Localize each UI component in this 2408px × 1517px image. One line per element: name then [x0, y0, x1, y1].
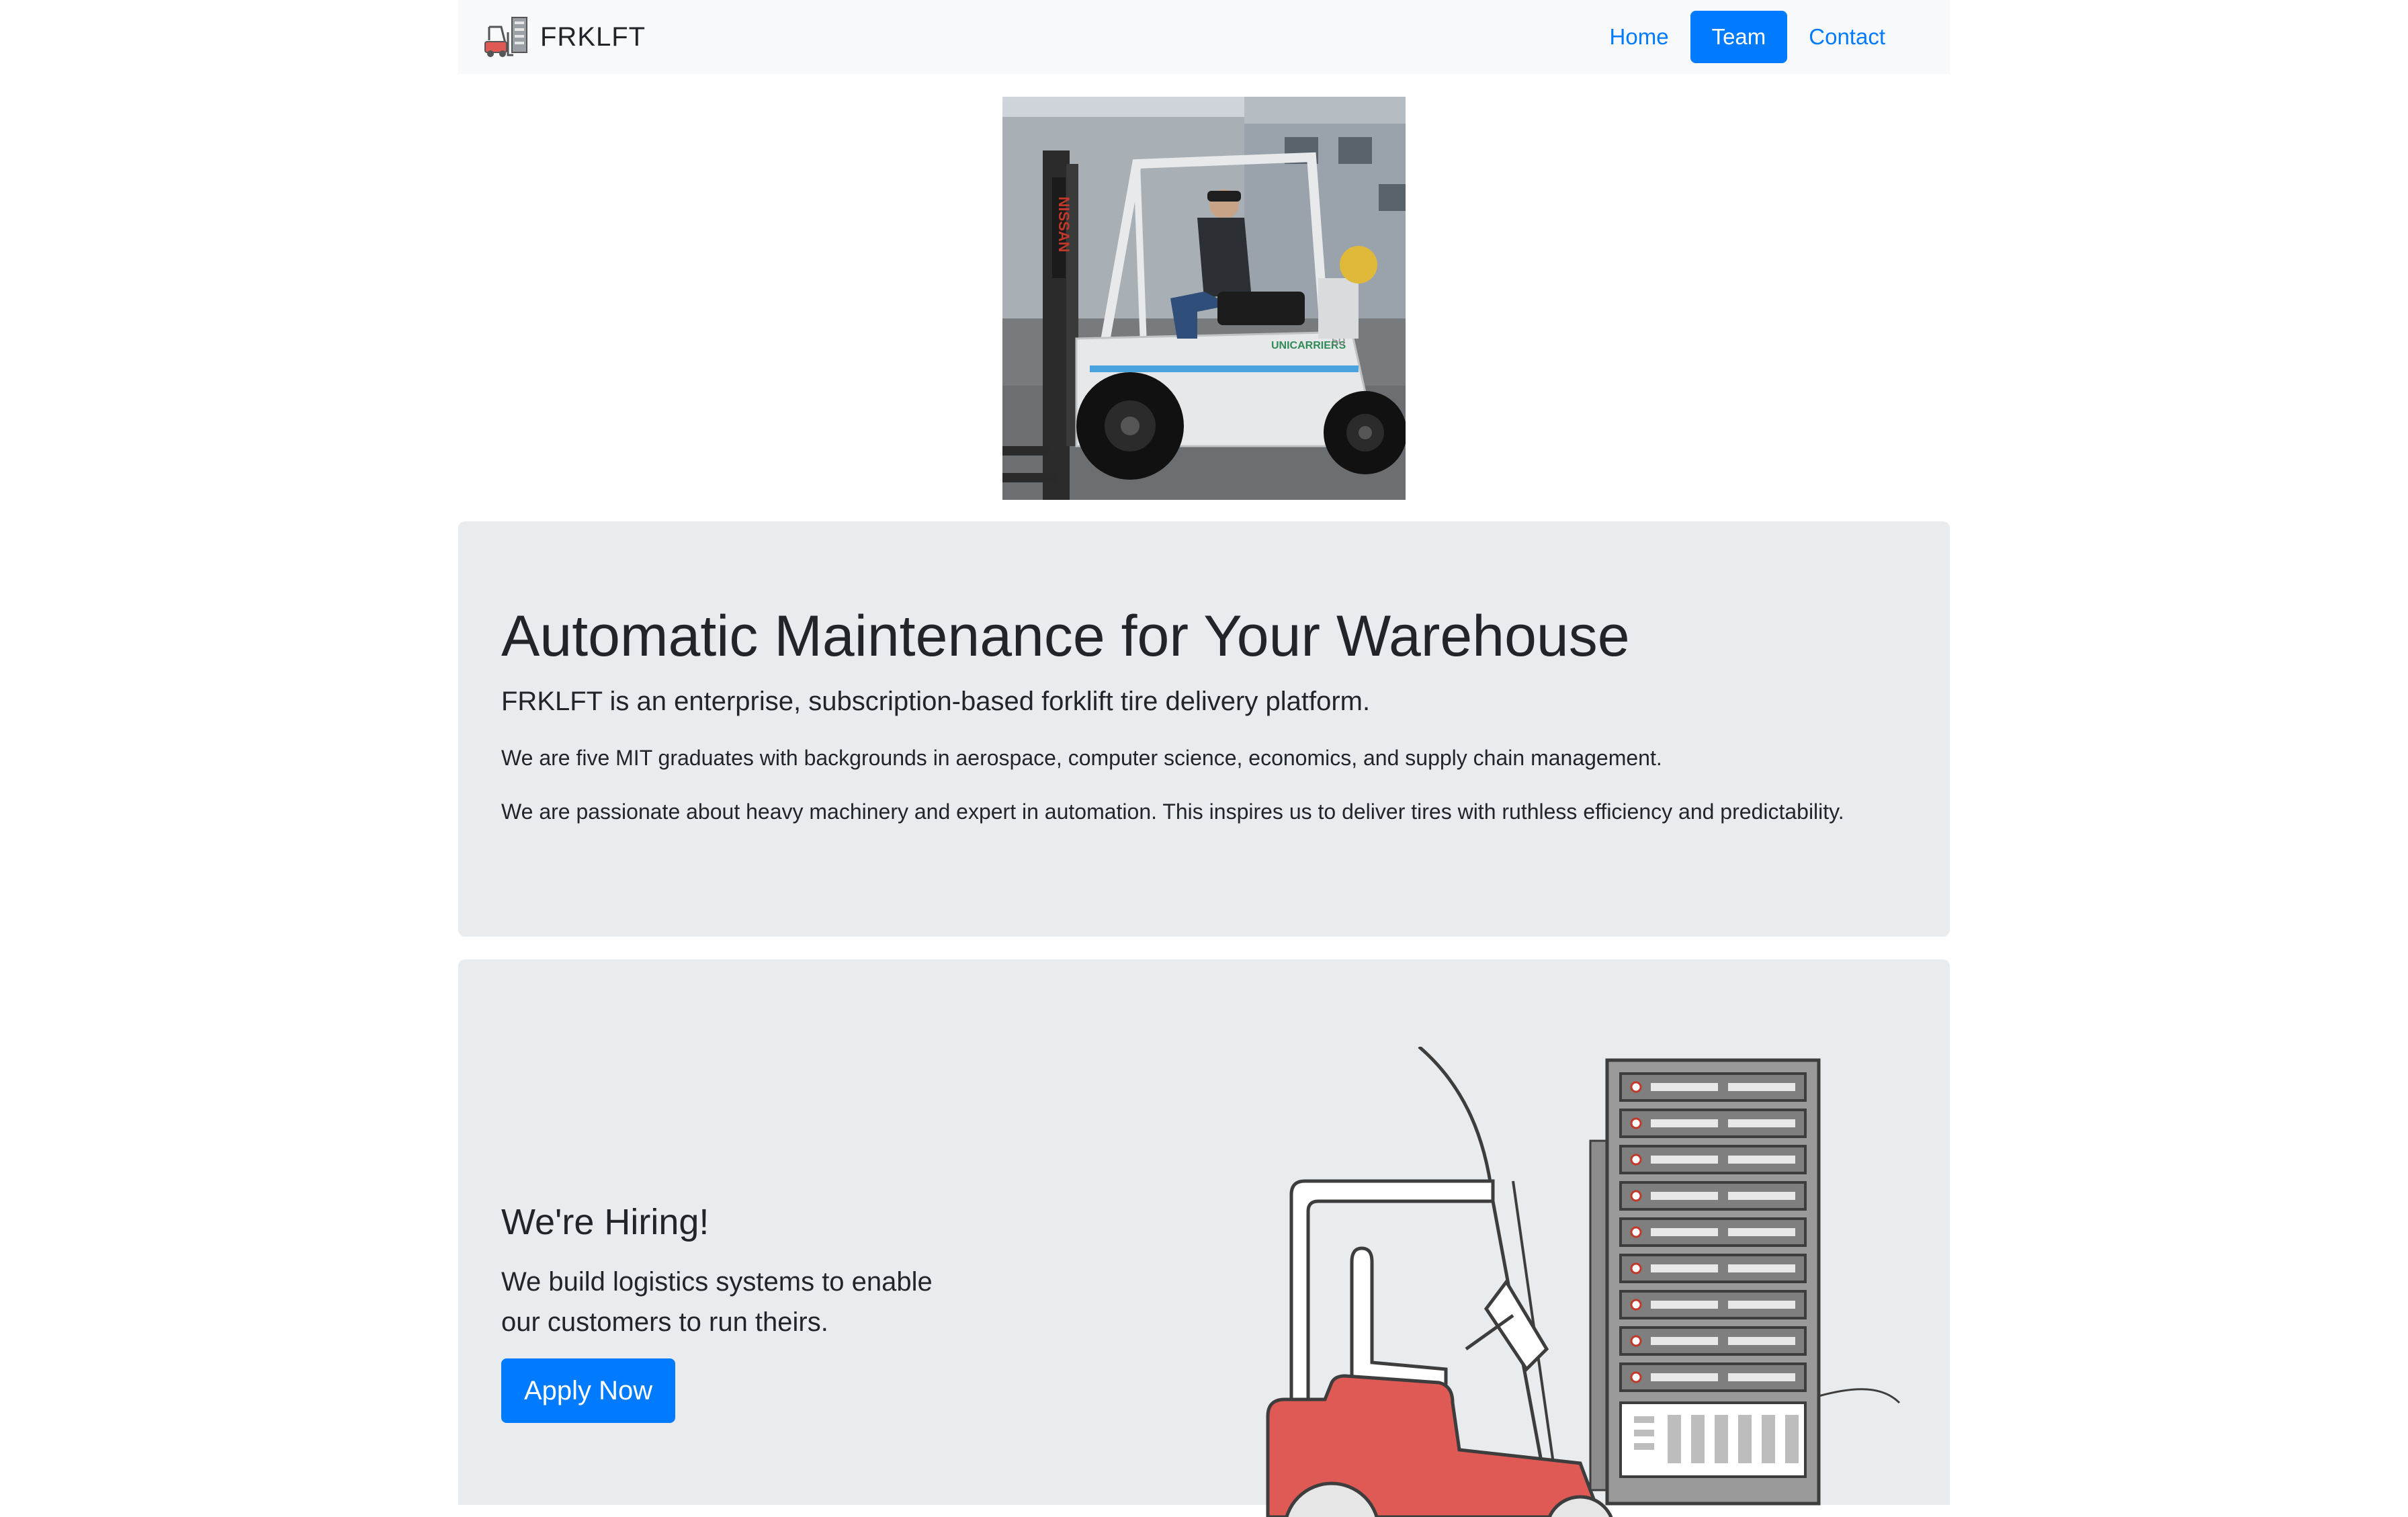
nav-menu: Home Team Contact — [1588, 11, 1907, 63]
about-paragraph-passion: We are passionate about heavy machinery … — [501, 799, 1844, 824]
forklift-server-illustration — [1266, 1047, 1901, 1517]
nav-link-team[interactable]: Team — [1690, 11, 1788, 63]
nav-link-home[interactable]: Home — [1588, 11, 1690, 63]
apply-now-button[interactable]: Apply Now — [501, 1358, 676, 1423]
nav-link-contact[interactable]: Contact — [1787, 11, 1907, 63]
hiring-lead: We build logistics systems to enable our… — [501, 1267, 933, 1337]
brand-name: FRKLFT — [540, 21, 646, 52]
server-units — [1619, 1072, 1807, 1478]
truck-brand-text: NISSAN — [1056, 196, 1072, 252]
hiring-section: We're Hiring! We build logistics systems… — [458, 959, 1950, 1517]
about-heading: Automatic Maintenance for Your Warehouse — [501, 604, 1630, 668]
about-paragraph-background: We are five MIT graduates with backgroun… — [501, 746, 1662, 770]
brand-link[interactable]: FRKLFT — [482, 16, 646, 58]
forklift-logo-icon — [484, 17, 527, 57]
navbar: FRKLFT Home Team Contact — [458, 0, 1950, 74]
forklift-photo: NISSAN UNICARRIERS 50 — [1002, 97, 1406, 500]
about-lead: FRKLFT is an enterprise, subscription-ba… — [501, 687, 1371, 716]
hiring-heading: We're Hiring! — [501, 1202, 710, 1242]
about-section: Automatic Maintenance for Your Warehouse… — [458, 521, 1950, 937]
